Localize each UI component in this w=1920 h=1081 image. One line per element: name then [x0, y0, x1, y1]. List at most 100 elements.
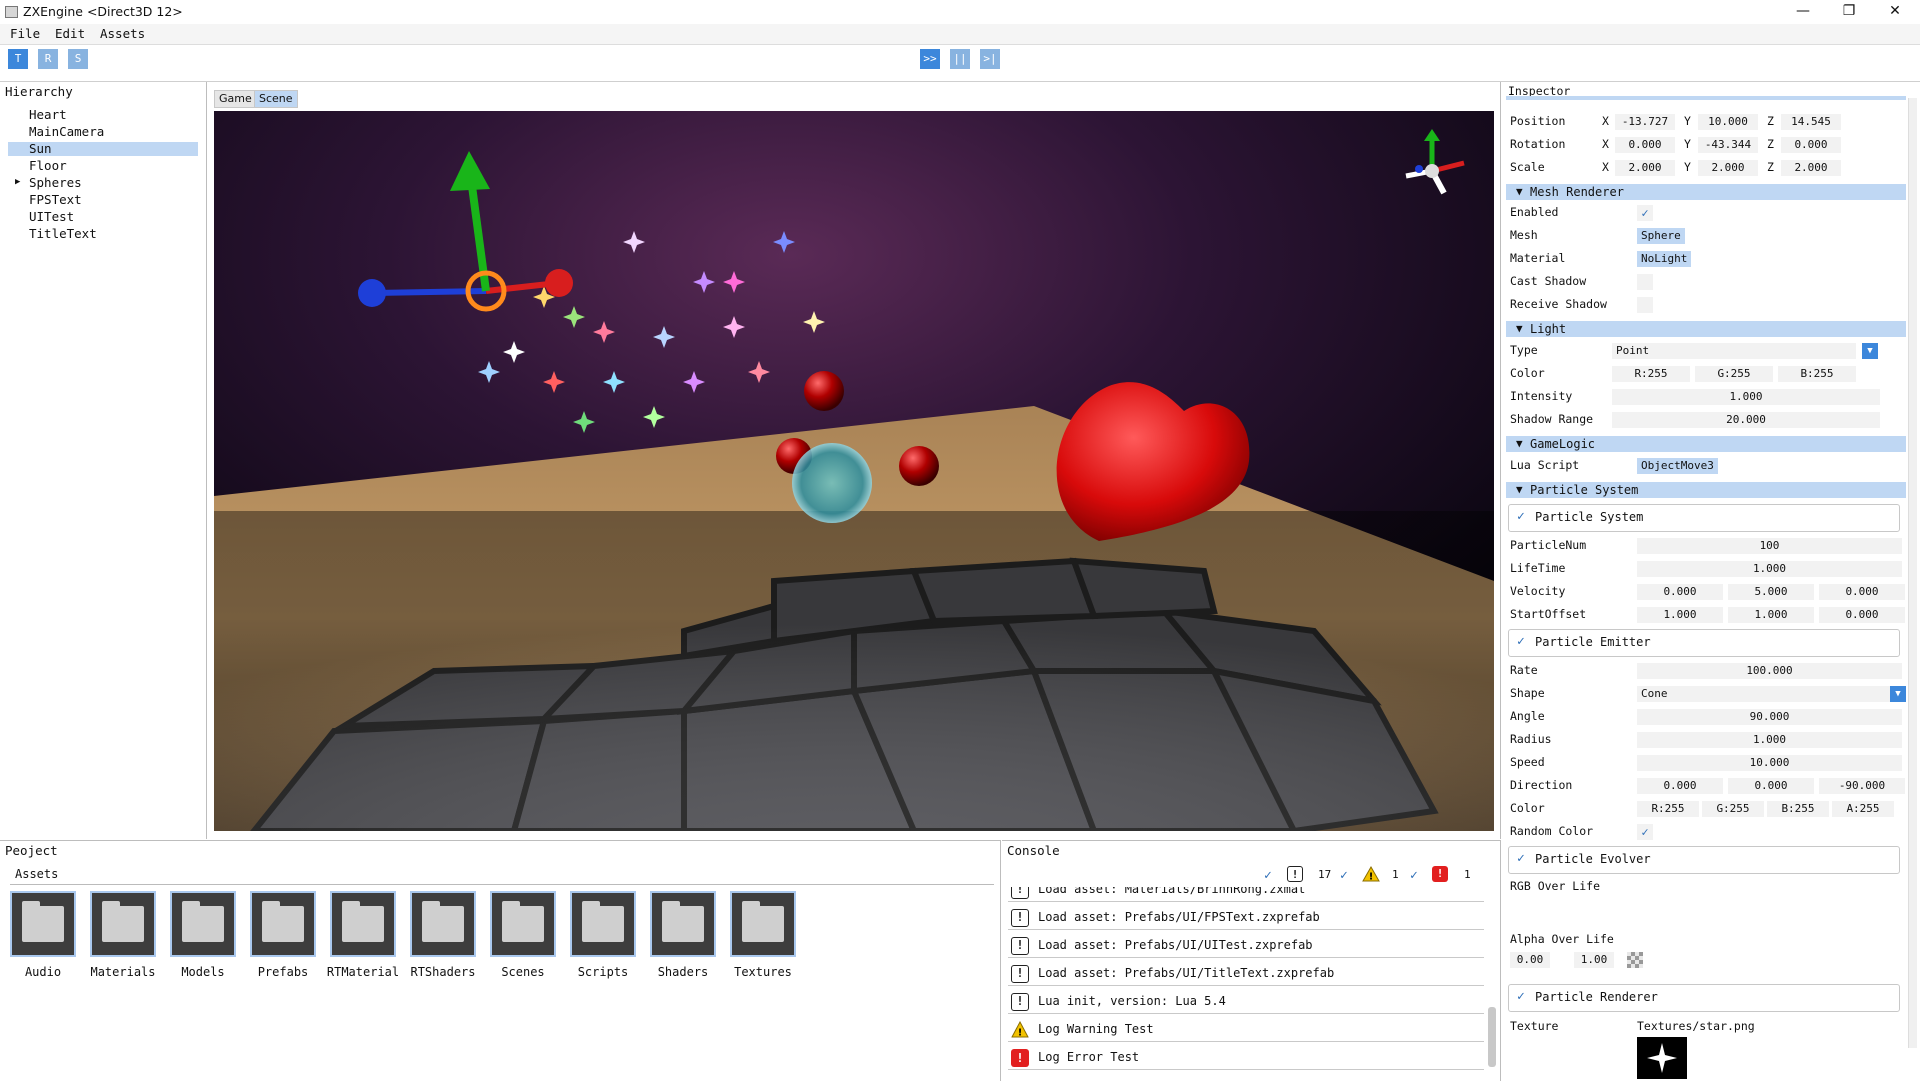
position-z-field[interactable]: 14.545 — [1781, 114, 1841, 130]
start-offset-z-field[interactable]: 0.000 — [1819, 607, 1905, 623]
direction-y-field[interactable]: 0.000 — [1728, 778, 1814, 794]
particle-color-r-field[interactable]: R:255 — [1637, 801, 1699, 817]
alpha-end-field[interactable]: 1.00 — [1574, 952, 1614, 968]
velocity-z-field[interactable]: 0.000 — [1819, 584, 1905, 600]
scale-x-field[interactable]: 2.000 — [1615, 160, 1675, 176]
lifetime-field[interactable]: 1.000 — [1637, 561, 1902, 577]
log-row[interactable]: ! Load asset: Prefabs/UI/FPSText.zxprefa… — [1008, 905, 1484, 930]
shadow-range-field[interactable]: 20.000 — [1612, 412, 1880, 428]
intensity-field[interactable]: 1.000 — [1612, 389, 1880, 405]
maximize-button[interactable]: ❐ — [1826, 0, 1872, 24]
hierarchy-item-spheres[interactable]: Spheres — [29, 175, 82, 190]
close-button[interactable]: ✕ — [1872, 0, 1918, 24]
particle-renderer-subsection[interactable]: ✓ Particle Renderer — [1508, 984, 1900, 1012]
random-color-checkbox[interactable]: ✓ — [1637, 824, 1653, 840]
folder-prefabs[interactable] — [250, 891, 316, 957]
hierarchy-item-titletext[interactable]: TitleText — [29, 226, 97, 241]
folder-rtshaders[interactable] — [410, 891, 476, 957]
velocity-y-field[interactable]: 5.000 — [1728, 584, 1814, 600]
particle-emitter-subsection[interactable]: ✓ Particle Emitter — [1508, 629, 1900, 657]
menu-edit[interactable]: Edit — [55, 26, 85, 41]
folder-models[interactable] — [170, 891, 236, 957]
assets-tab[interactable]: Assets — [15, 867, 58, 881]
particle-system-section-header[interactable]: ▼ Particle System — [1506, 482, 1906, 498]
log-row[interactable]: ! Load asset: Prefabs/UI/UITest.zxprefab — [1008, 933, 1484, 958]
light-color-b-field[interactable]: B:255 — [1778, 366, 1856, 382]
hierarchy-item-fpstext[interactable]: FPSText — [29, 192, 82, 207]
shape-dropdown[interactable]: Cone — [1637, 686, 1891, 702]
position-y-field[interactable]: 10.000 — [1698, 114, 1758, 130]
tab-scene[interactable]: Scene — [254, 90, 298, 108]
folder-shaders[interactable] — [650, 891, 716, 957]
menu-file[interactable]: File — [10, 26, 40, 41]
log-row[interactable]: ! Log Warning Test — [1008, 1017, 1484, 1042]
warning-filter-checkbox[interactable]: ✓ — [1340, 868, 1348, 883]
console-scrollbar[interactable] — [1488, 1007, 1496, 1067]
scene-viewport[interactable] — [214, 111, 1494, 831]
velocity-x-field[interactable]: 0.000 — [1637, 584, 1723, 600]
start-offset-y-field[interactable]: 1.000 — [1728, 607, 1814, 623]
menu-assets[interactable]: Assets — [100, 26, 145, 41]
enabled-checkbox[interactable]: ✓ — [1637, 205, 1653, 221]
hierarchy-item-sun[interactable]: Sun — [29, 141, 52, 156]
expand-arrow-icon[interactable]: ▶ — [15, 177, 20, 187]
step-button[interactable]: >| — [980, 49, 1000, 69]
pause-button[interactable]: || — [950, 49, 970, 69]
particle-color-b-field[interactable]: B:255 — [1767, 801, 1829, 817]
folder-audio[interactable] — [10, 891, 76, 957]
rotation-y-field[interactable]: -43.344 — [1698, 137, 1758, 153]
tab-game[interactable]: Game — [214, 90, 257, 108]
material-field[interactable]: NoLight — [1637, 251, 1692, 267]
mesh-field[interactable]: Sphere — [1637, 228, 1685, 244]
light-section-header[interactable]: ▼ Light — [1506, 321, 1906, 337]
log-row[interactable]: ! Load asset: Prefabs/UI/TitleText.zxpre… — [1008, 961, 1484, 986]
gamelogic-section-header[interactable]: ▼ GameLogic — [1506, 436, 1906, 452]
transform-section-header[interactable] — [1506, 96, 1906, 100]
lua-script-field[interactable]: ObjectMove3 — [1637, 458, 1718, 474]
folder-materials[interactable] — [90, 891, 156, 957]
hierarchy-item-uitest[interactable]: UITest — [29, 209, 74, 224]
error-filter-checkbox[interactable]: ✓ — [1410, 868, 1418, 883]
rotation-z-field[interactable]: 0.000 — [1781, 137, 1841, 153]
folder-scenes[interactable] — [490, 891, 556, 957]
scale-z-field[interactable]: 2.000 — [1781, 160, 1841, 176]
angle-field[interactable]: 90.000 — [1637, 709, 1902, 725]
log-row[interactable]: ! Lua init, version: Lua 5.4 — [1008, 989, 1484, 1014]
inspector-scrollbar[interactable] — [1908, 98, 1917, 1048]
light-color-g-field[interactable]: G:255 — [1695, 366, 1773, 382]
minimize-button[interactable]: — — [1780, 0, 1826, 24]
rate-field[interactable]: 100.000 — [1637, 663, 1902, 679]
hierarchy-item-maincamera[interactable]: MainCamera — [29, 124, 104, 139]
log-row[interactable]: ! Load asset: Materials/BrinnRong.zxmat — [1008, 887, 1484, 902]
mesh-renderer-section-header[interactable]: ▼ Mesh Renderer — [1506, 184, 1906, 200]
speed-field[interactable]: 10.000 — [1637, 755, 1902, 771]
rotate-tool-button[interactable]: R — [38, 49, 58, 69]
folder-scripts[interactable] — [570, 891, 636, 957]
translate-tool-button[interactable]: T — [8, 49, 28, 69]
rotation-x-field[interactable]: 0.000 — [1615, 137, 1675, 153]
hierarchy-item-floor[interactable]: Floor — [29, 158, 67, 173]
log-row[interactable]: ! Log Error Test — [1008, 1045, 1484, 1070]
light-type-dropdown[interactable]: Point — [1612, 343, 1856, 359]
play-button[interactable]: >> — [920, 49, 940, 69]
alpha-start-field[interactable]: 0.00 — [1510, 952, 1550, 968]
particle-color-g-field[interactable]: G:255 — [1702, 801, 1764, 817]
start-offset-x-field[interactable]: 1.000 — [1637, 607, 1723, 623]
particle-color-a-field[interactable]: A:255 — [1832, 801, 1894, 817]
scale-y-field[interactable]: 2.000 — [1698, 160, 1758, 176]
scale-tool-button[interactable]: S — [68, 49, 88, 69]
particle-evolver-subsection[interactable]: ✓ Particle Evolver — [1508, 846, 1900, 874]
direction-z-field[interactable]: -90.000 — [1819, 778, 1905, 794]
radius-field[interactable]: 1.000 — [1637, 732, 1902, 748]
particle-num-field[interactable]: 100 — [1637, 538, 1902, 554]
chevron-down-icon[interactable]: ▼ — [1862, 343, 1878, 359]
info-filter-checkbox[interactable]: ✓ — [1264, 868, 1272, 883]
chevron-down-icon[interactable]: ▼ — [1890, 686, 1906, 702]
hierarchy-item-heart[interactable]: Heart — [29, 107, 67, 122]
folder-textures[interactable] — [730, 891, 796, 957]
folder-rtmaterial[interactable] — [330, 891, 396, 957]
position-x-field[interactable]: -13.727 — [1615, 114, 1675, 130]
direction-x-field[interactable]: 0.000 — [1637, 778, 1723, 794]
particle-system-subsection[interactable]: ✓ Particle System — [1508, 504, 1900, 532]
light-color-r-field[interactable]: R:255 — [1612, 366, 1690, 382]
